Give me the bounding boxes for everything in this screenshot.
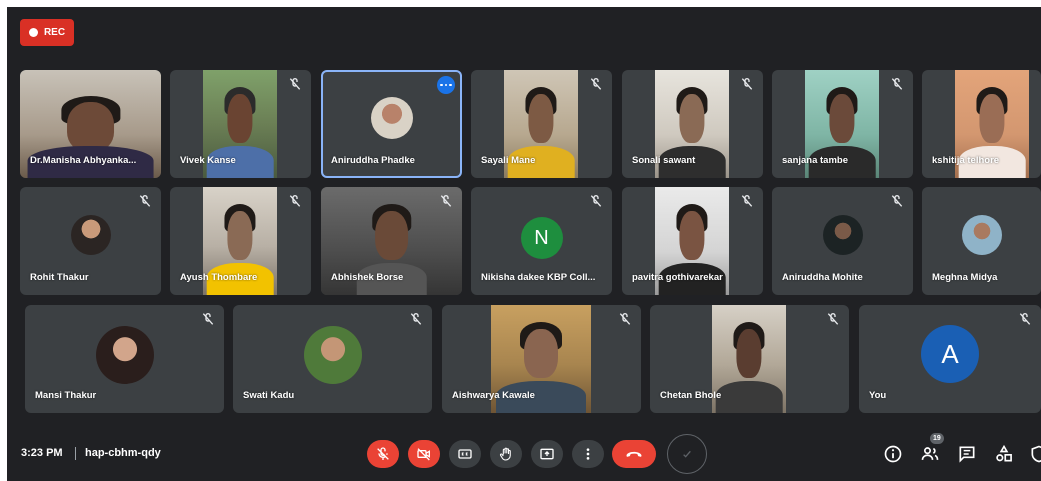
- participant-name: Meghna Midya: [932, 272, 998, 283]
- participant-name: You: [869, 390, 887, 401]
- participant-tile[interactable]: Ayush Thombare: [170, 187, 311, 295]
- mic-off-icon: [590, 195, 602, 207]
- record-dot-icon: [28, 28, 38, 37]
- recording-label: REC: [43, 27, 66, 38]
- activities-icon[interactable]: [994, 444, 1014, 464]
- divider: [75, 447, 76, 460]
- participant-name: kshitija telhore: [932, 155, 1000, 166]
- people-icon[interactable]: [920, 444, 940, 464]
- participant-name: Aniruddha Mohite: [782, 272, 863, 283]
- participant-name: Nikisha dakee KBP Coll...: [481, 272, 596, 283]
- captions-button[interactable]: [449, 440, 481, 468]
- camera-toggle-button[interactable]: [408, 440, 440, 468]
- participant-tile[interactable]: Dr.Manisha Abhyanka...: [20, 70, 161, 178]
- participant-tile[interactable]: Chetan Bhole: [650, 305, 849, 413]
- participant-tile[interactable]: Abhishek Borse: [321, 187, 462, 295]
- participant-name: sanjana tambe: [782, 155, 848, 166]
- participant-avatar: [303, 326, 362, 384]
- participant-name: Aniruddha Phadke: [331, 155, 415, 166]
- recording-indicator: REC: [20, 19, 74, 46]
- participant-avatar: [70, 215, 111, 255]
- present-icon: [540, 448, 554, 460]
- participant-name: Ayush Thombare: [180, 272, 258, 283]
- participant-name: Sayali Mane: [481, 155, 536, 166]
- more-options-button[interactable]: [572, 440, 604, 468]
- host-controls-button[interactable]: [667, 434, 707, 474]
- mic-off-icon: [410, 313, 422, 325]
- checkmark-icon: [683, 450, 691, 458]
- mic-off-icon: [377, 447, 389, 460]
- participant-avatar: [95, 326, 154, 384]
- participant-name: Dr.Manisha Abhyanka...: [30, 155, 137, 166]
- participant-tile[interactable]: pavitra gothivarekar: [622, 187, 763, 295]
- leave-call-button[interactable]: [612, 440, 656, 468]
- participant-count-badge: 19: [930, 433, 944, 444]
- mic-off-icon: [1019, 313, 1031, 325]
- raise-hand-button[interactable]: [490, 440, 522, 468]
- mic-off-icon: [741, 195, 753, 207]
- participant-tile[interactable]: sanjana tambe: [772, 70, 913, 178]
- participant-tile[interactable]: A You: [859, 305, 1041, 413]
- participant-tile[interactable]: Mansi Thakur: [25, 305, 224, 413]
- meeting-time: 3:23 PM: [21, 447, 63, 459]
- participant-video: [712, 305, 786, 413]
- participant-tile[interactable]: Vivek Kanse: [170, 70, 311, 178]
- participant-name: Swati Kadu: [243, 390, 295, 401]
- participant-tile[interactable]: Aniruddha Mohite: [772, 187, 913, 295]
- mic-off-icon: [891, 78, 903, 90]
- participant-initial: N: [520, 217, 563, 259]
- participant-name: Rohit Thakur: [30, 272, 89, 283]
- participant-tile[interactable]: Sayali Mane: [471, 70, 612, 178]
- more-options-icon[interactable]: [437, 76, 455, 94]
- captions-icon: [458, 449, 472, 459]
- self-initial: A: [921, 325, 979, 383]
- participant-name: Mansi Thakur: [35, 390, 97, 401]
- mic-off-icon: [289, 195, 301, 207]
- meeting-controls-bar: 3:23 PM hap-cbhm-qdy 19: [7, 432, 1041, 481]
- hand-icon: [499, 447, 511, 461]
- participant-avatar: [370, 97, 413, 139]
- participant-tile[interactable]: Sonali sawant: [622, 70, 763, 178]
- present-screen-button[interactable]: [531, 440, 563, 468]
- participant-tile[interactable]: kshitija telhore: [922, 70, 1041, 178]
- more-vertical-icon: [586, 448, 590, 460]
- participant-name: pavitra gothivarekar: [632, 272, 723, 283]
- chat-icon[interactable]: [957, 444, 977, 464]
- participant-name: Chetan Bhole: [660, 390, 722, 401]
- mic-off-icon: [139, 195, 151, 207]
- mic-off-icon: [289, 78, 301, 90]
- mic-off-icon: [891, 195, 903, 207]
- mic-off-icon: [590, 78, 602, 90]
- mic-off-icon: [741, 78, 753, 90]
- mic-off-icon: [619, 313, 631, 325]
- participant-name: Aishwarya Kawale: [452, 390, 535, 401]
- hang-up-icon: [626, 451, 642, 457]
- participant-name: Vivek Kanse: [180, 155, 236, 166]
- info-icon[interactable]: [883, 444, 903, 464]
- mic-toggle-button[interactable]: [367, 440, 399, 468]
- participant-avatar: [961, 215, 1002, 255]
- participant-name: Sonali sawant: [632, 155, 696, 166]
- participant-avatar: [822, 215, 863, 255]
- host-controls-icon[interactable]: [1029, 444, 1041, 464]
- participant-tile[interactable]: Meghna Midya: [922, 187, 1041, 295]
- participant-tile[interactable]: Rohit Thakur: [20, 187, 161, 295]
- mic-off-icon: [440, 195, 452, 207]
- mic-off-icon: [202, 313, 214, 325]
- meeting-code: hap-cbhm-qdy: [85, 447, 161, 459]
- mic-off-icon: [827, 313, 839, 325]
- participant-tile[interactable]: Aishwarya Kawale: [442, 305, 641, 413]
- participant-tile[interactable]: Aniruddha Phadke: [321, 70, 462, 178]
- participant-name: Abhishek Borse: [331, 272, 404, 283]
- participant-tile[interactable]: Swati Kadu: [233, 305, 432, 413]
- meet-window: REC Dr.Manisha Abhyanka... Vivek Kanse A…: [7, 7, 1041, 481]
- participant-tile[interactable]: N Nikisha dakee KBP Coll...: [471, 187, 612, 295]
- camera-off-icon: [417, 448, 430, 461]
